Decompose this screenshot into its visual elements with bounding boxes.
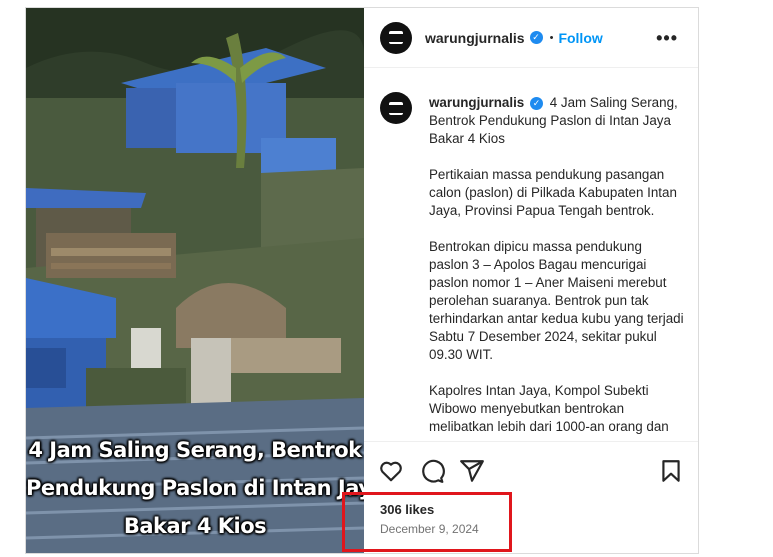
- caption-username[interactable]: warungjurnalis: [429, 95, 524, 110]
- post-date[interactable]: December 9, 2024: [380, 522, 479, 536]
- post-image[interactable]: 4 Jam Saling Serang, Bentrok Pendukung P…: [26, 8, 364, 553]
- separator-dot: •: [549, 31, 554, 44]
- caption-text: warungjurnalis ✓ 4 Jam Saling Serang, Be…: [429, 94, 684, 441]
- more-options-icon[interactable]: •••: [656, 28, 678, 49]
- caption-paragraph-1: Pertikaian massa pendukung pasangan calo…: [429, 167, 677, 218]
- image-caption-overlay: 4 Jam Saling Serang, Bentrok Pendukung P…: [26, 431, 364, 545]
- share-icon[interactable]: [459, 458, 485, 484]
- post-side-panel: warungjurnalis ✓ • Follow ••• warungjurn…: [364, 8, 698, 553]
- likes-count[interactable]: 306 likes: [380, 502, 434, 517]
- logo-icon: [389, 31, 403, 44]
- author-avatar[interactable]: [380, 21, 412, 54]
- bookmark-icon[interactable]: [658, 458, 684, 484]
- logo-icon: [389, 101, 403, 115]
- action-bar: 306 likes December 9, 2024: [364, 441, 698, 553]
- verified-badge-icon: ✓: [529, 96, 543, 110]
- author-username[interactable]: warungjurnalis: [425, 30, 525, 46]
- overlay-line-1: 4 Jam Saling Serang, Bentrok: [28, 438, 362, 462]
- caption-paragraph-3: Kapolres Intan Jaya, Kompol Subekti Wibo…: [429, 383, 669, 434]
- overlay-line-2: Pendukung Paslon di Intan Jaya: [26, 476, 364, 500]
- caption-paragraph-2: Bentrokan dipicu massa pendukung paslon …: [429, 239, 684, 362]
- overlay-line-3: Bakar 4 Kios: [123, 514, 267, 538]
- comment-icon[interactable]: [419, 458, 445, 484]
- caption-scroll-area[interactable]: warungjurnalis ✓ 4 Jam Saling Serang, Be…: [364, 68, 698, 441]
- heart-icon[interactable]: [378, 458, 404, 484]
- instagram-post: 4 Jam Saling Serang, Bentrok Pendukung P…: [25, 7, 699, 554]
- verified-badge-icon: ✓: [529, 31, 543, 44]
- post-header: warungjurnalis ✓ • Follow •••: [364, 8, 698, 68]
- caption-author-avatar[interactable]: [380, 92, 412, 124]
- follow-button[interactable]: Follow: [558, 30, 602, 46]
